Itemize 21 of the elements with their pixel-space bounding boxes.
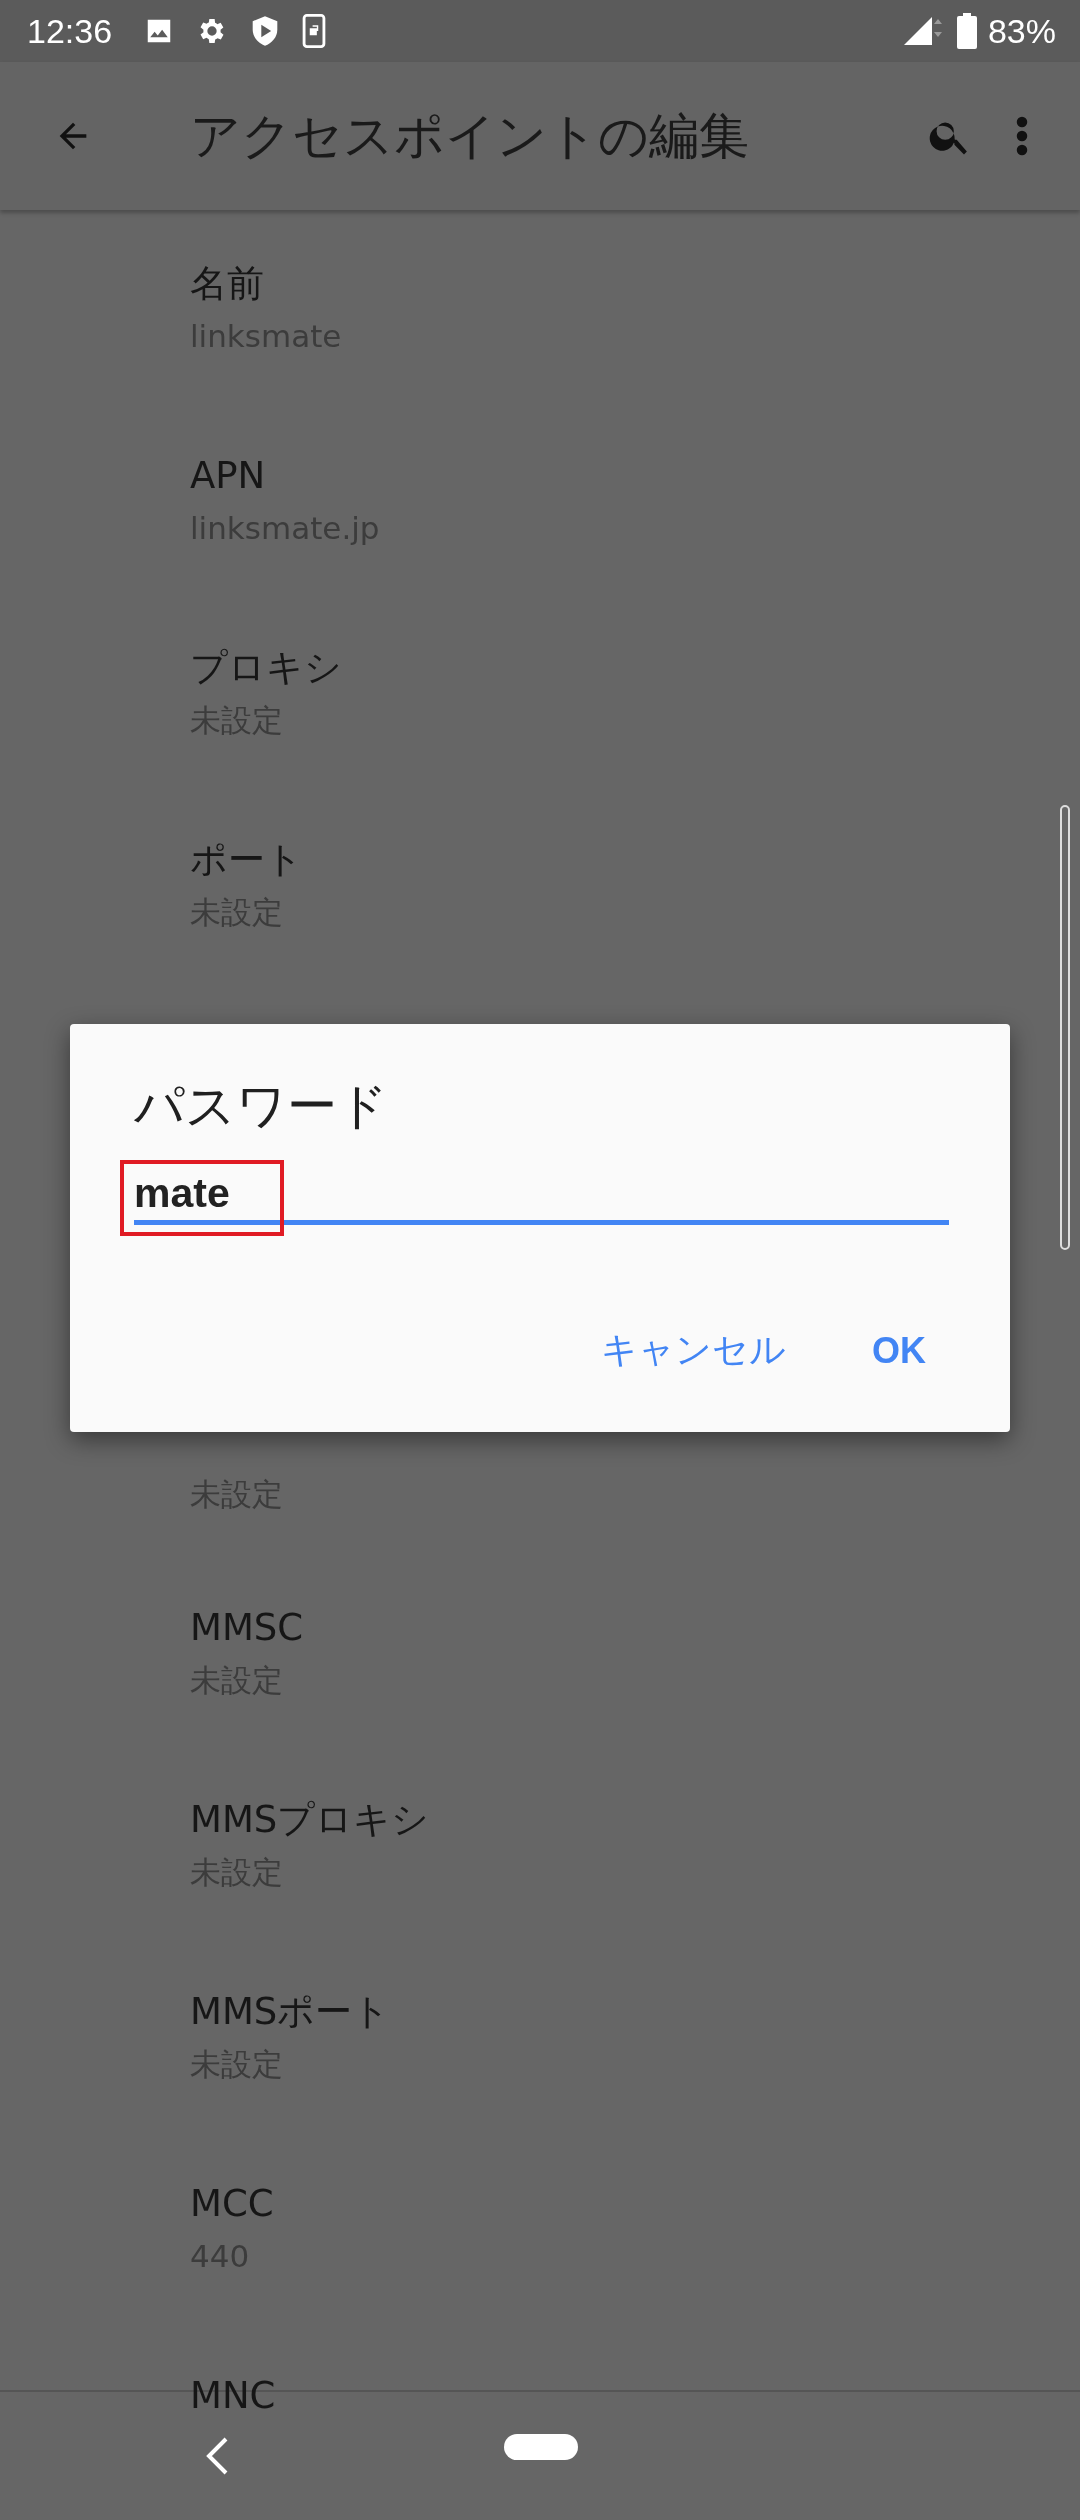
dialog-title: パスワード [134,1076,388,1136]
scrollbar[interactable] [1060,805,1070,1250]
cancel-button[interactable]: キャンセル [589,1312,798,1389]
setting-title: 名前 [190,261,265,307]
home-pill-button[interactable] [504,2434,578,2460]
setting-title: ポート [190,837,303,883]
clock-time: 12:36 [27,11,113,51]
password-field[interactable]: mate [134,1166,949,1225]
back-chevron-icon [204,2436,230,2476]
setting-title: MMSC [190,1605,304,1651]
setting-title: MCC [190,2181,274,2227]
setting-item[interactable]: MNC [190,2372,276,2420]
setting-title: MMSプロキシ [190,1797,430,1843]
phone-screen-icon [302,14,327,48]
setting-title: APN [190,453,267,499]
screen-title: アクセスポイントの編集 [190,105,750,167]
battery-icon [955,13,978,49]
ok-button[interactable]: OK [860,1312,938,1389]
battery-percent: 83% [987,11,1056,51]
setting-title: プロキシ [190,645,342,691]
setting-title: MMSポート [190,1989,391,2035]
